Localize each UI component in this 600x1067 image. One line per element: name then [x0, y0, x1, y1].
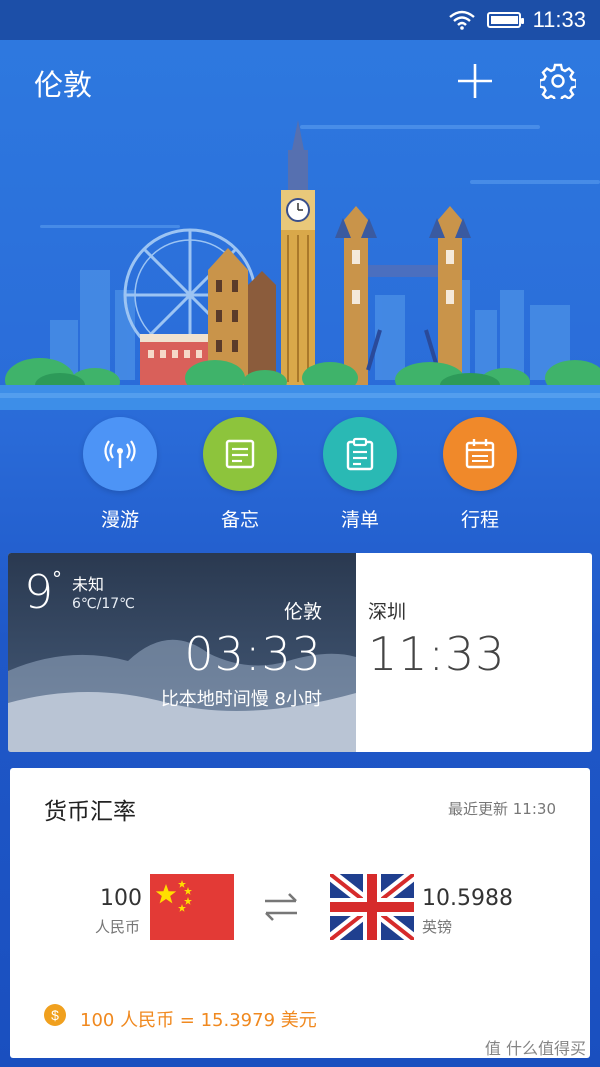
action-label: 漫游 — [100, 509, 139, 531]
temperature-range: 6℃/17℃ — [72, 596, 135, 612]
currency-exchange-card[interactable]: 货币汇率 最近更新 11:30 100 人民币 10.5988 英镑 $ 100… — [10, 768, 590, 1058]
from-amount[interactable]: 100 — [100, 886, 142, 911]
local-city: 深圳 — [368, 601, 407, 623]
add-icon[interactable] — [456, 62, 494, 100]
clipboard-list-icon — [346, 437, 374, 471]
china-flag-icon[interactable] — [150, 874, 234, 940]
status-bar: 11:33 — [0, 0, 600, 40]
to-currency: 英镑 — [422, 918, 453, 936]
destination-city: 伦敦 — [283, 601, 322, 623]
to-amount[interactable]: 10.5988 — [422, 886, 513, 911]
usd-conversion-note: 100 人民币 = 15.3979 美元 — [80, 1010, 317, 1031]
quick-actions: 漫游 备忘 清单 行程 — [0, 417, 600, 537]
action-label: 清单 — [340, 509, 379, 531]
action-checklist[interactable]: 清单 — [300, 417, 420, 532]
action-label: 行程 — [460, 509, 499, 531]
temperature-unit: ° — [52, 567, 62, 591]
settings-gear-icon[interactable] — [540, 63, 576, 99]
checklist-button[interactable] — [323, 417, 397, 491]
world-time-card[interactable]: 9 ° 未知 6℃/17℃ 伦敦 03:33 比本地时间慢 8小时 深圳 11:… — [8, 553, 592, 752]
memo-icon — [225, 439, 255, 469]
wifi-icon — [448, 10, 475, 30]
last-updated-text: 最近更新 11:30 — [448, 800, 556, 818]
status-time: 11:33 — [532, 7, 586, 32]
local-time: 11:33 — [368, 627, 506, 681]
london-skyline-illustration — [0, 120, 600, 410]
action-label: 备忘 — [220, 509, 259, 531]
memo-button[interactable] — [203, 417, 277, 491]
roaming-button[interactable] — [83, 417, 157, 491]
currency-card-title: 货币汇率 — [44, 799, 136, 825]
city-title[interactable]: 伦敦 — [34, 62, 92, 104]
time-difference: 比本地时间慢 8小时 — [160, 689, 322, 710]
itinerary-button[interactable] — [443, 417, 517, 491]
travel-assistant-screen: 11:33 伦敦 漫游 备忘 清单 行程 9 ° 未知 6℃/17℃ 伦敦 03… — [0, 0, 600, 1067]
destination-time-panel[interactable]: 9 ° 未知 6℃/17℃ 伦敦 03:33 比本地时间慢 8小时 — [8, 553, 356, 752]
action-memo[interactable]: 备忘 — [180, 417, 300, 532]
battery-icon — [486, 12, 524, 28]
from-currency: 人民币 — [94, 918, 140, 936]
watermark: 值 什么值得买 — [484, 1039, 586, 1058]
temperature-value: 9 — [24, 565, 54, 619]
uk-flag-icon[interactable] — [330, 874, 414, 940]
calendar-icon — [465, 439, 495, 469]
swap-arrows-icon[interactable] — [262, 890, 300, 924]
destination-time: 03:33 — [184, 627, 322, 681]
signal-antenna-icon — [104, 440, 136, 468]
svg-text:$: $ — [51, 1007, 59, 1023]
weather-condition: 未知 — [72, 575, 105, 594]
action-itinerary[interactable]: 行程 — [420, 417, 540, 532]
dollar-coin-icon: $ — [44, 1004, 66, 1026]
action-roaming[interactable]: 漫游 — [60, 417, 180, 532]
